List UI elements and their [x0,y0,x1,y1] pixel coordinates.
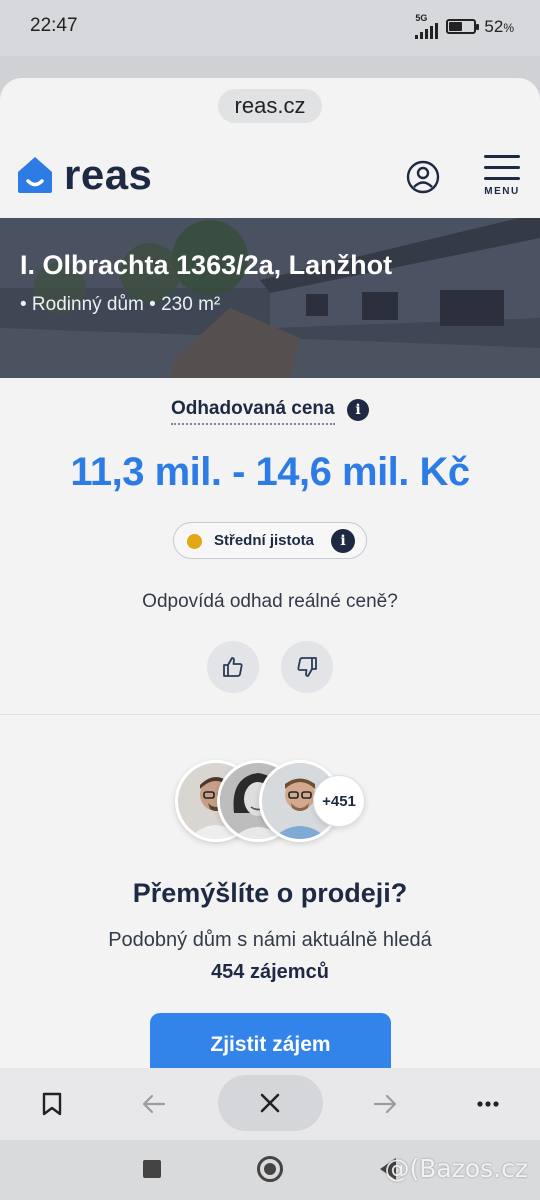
menu-icon-line [484,166,520,169]
signal-icon [415,23,439,39]
thumbs-up-icon [223,657,243,677]
status-icons: 5G 52% [415,14,514,39]
confidence-badge[interactable]: Střední jistota i [173,522,367,559]
confidence-label: Střední jistota [214,532,315,549]
browser-sheet: reas.cz reas MENU I. Olbrachta 1363/2a, … [0,78,540,1068]
close-tab-button[interactable] [218,1075,323,1131]
check-interest-button[interactable]: Zjistit zájem [150,1013,391,1068]
section-divider [0,714,540,715]
sell-subtitle: Podobný dům s námi aktuálně hledá [108,929,432,951]
property-address: I. Olbrachta 1363/2a, Lanžhot [20,250,393,280]
property-details: • Rodinný dům • 230 m² [20,294,221,315]
arrow-left-icon [142,1094,166,1114]
home-button[interactable] [257,1156,283,1182]
price-label-row: Odhadovaná cena i [0,398,540,425]
url-pill[interactable]: reas.cz [218,89,322,123]
bookmark-button[interactable] [30,1082,74,1126]
property-hero: I. Olbrachta 1363/2a, Lanžhot • Rodinný … [0,218,540,378]
recents-button[interactable] [143,1160,161,1178]
menu-icon-line [484,177,520,180]
thumbs-up-button[interactable] [207,641,259,693]
logo-text: reas [64,151,153,198]
info-icon[interactable]: i [347,398,370,421]
network-type: 5G [415,13,428,23]
thumbs-down-icon [297,657,317,677]
feedback-question: Odpovídá odhad reálné ceně? [142,591,398,612]
bookmark-icon [42,1092,62,1116]
battery-icon [446,19,480,34]
battery-percent: 52% [484,16,514,36]
menu-icon-line [484,155,520,158]
estimated-price-label[interactable]: Odhadovaná cena [170,398,335,425]
interested-count: 454 zájemců [211,961,329,983]
close-icon [260,1093,280,1113]
more-agents-count: +451 [313,775,365,827]
thumbs-down-button[interactable] [281,641,333,693]
cellular-icon: 5G [415,13,439,39]
watermark: @(Bazos.cz [384,1154,528,1183]
back-button[interactable] [132,1082,176,1126]
more-options-button[interactable] [466,1082,510,1126]
estimated-price-value: 11,3 mil. - 14,6 mil. Kč [70,450,470,494]
confidence-dot-icon [187,534,202,549]
info-icon[interactable]: i [331,529,355,553]
user-account-icon[interactable] [406,160,440,194]
agent-avatars: +451 [175,760,375,842]
system-nav-bar: @(Bazos.cz [0,1140,540,1200]
forward-button[interactable] [363,1082,407,1126]
reas-logo[interactable]: reas [16,152,152,198]
status-time: 22:47 [30,15,78,36]
browser-toolbar [0,1068,540,1140]
status-bar: 22:47 5G 52% [0,0,540,56]
menu-label[interactable]: MENU [482,186,522,197]
house-icon [18,157,52,193]
sell-title: Přemýšlíte o prodeji? [132,878,408,908]
more-dots-icon [477,1101,499,1107]
battery-level [449,22,462,31]
arrow-right-icon [373,1094,397,1114]
